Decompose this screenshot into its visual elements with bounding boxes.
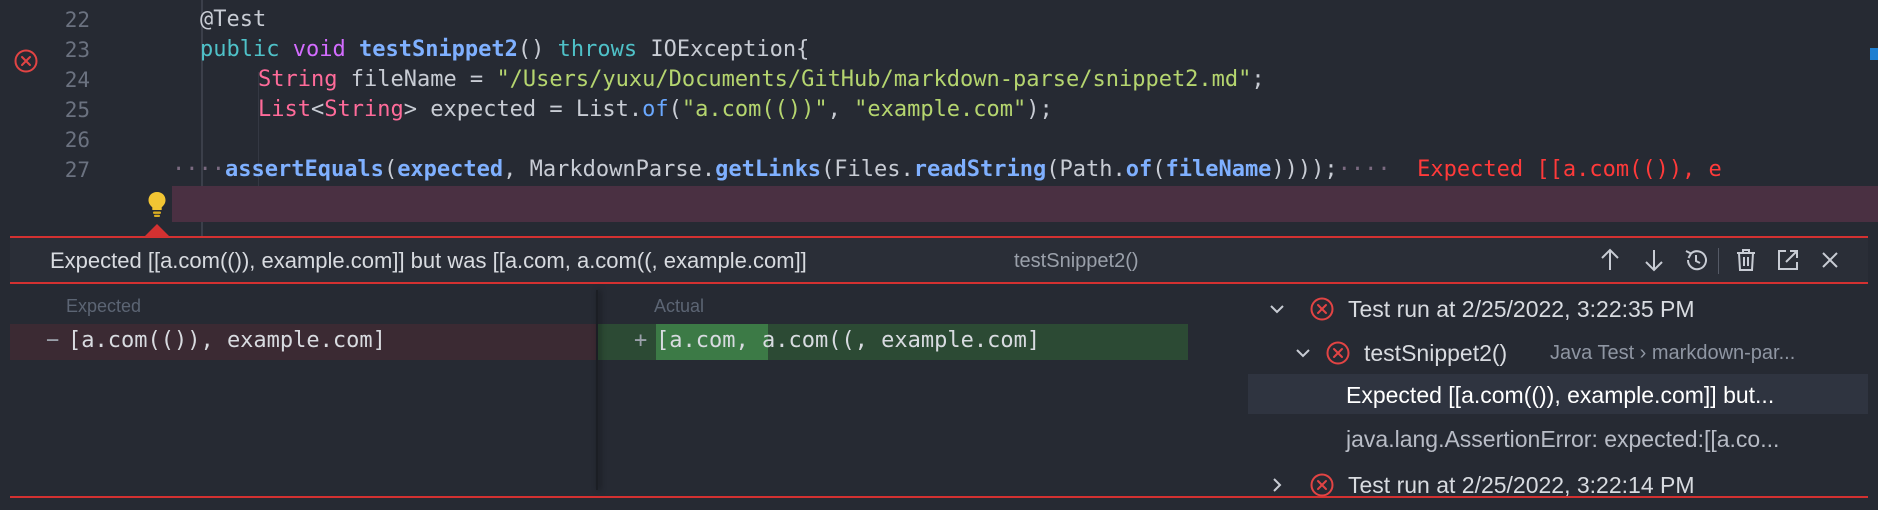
line-number: 26 xyxy=(64,128,90,152)
test-name[interactable]: testSnippet2() xyxy=(1014,250,1139,273)
chevron-down-icon[interactable] xyxy=(1268,300,1286,318)
code-editor[interactable]: 22 @Test 23 public void testSnippet2() t… xyxy=(0,0,1878,236)
error-line-highlight xyxy=(172,186,1878,222)
tree-item-stack-trace[interactable]: java.lang.AssertionError: expected:[[a.c… xyxy=(1248,418,1868,458)
lightbulb-icon[interactable] xyxy=(142,189,172,219)
actual-label: Actual xyxy=(654,296,705,316)
error-circle-icon xyxy=(1310,473,1334,497)
tree-item-test-run-1[interactable]: Test run at 2/25/2022, 3:22:35 PM xyxy=(1248,288,1868,328)
peek-header: Expected [[a.com(()), example.com]] but … xyxy=(10,238,1868,284)
removed-marker: − xyxy=(46,328,60,353)
chevron-down-icon[interactable] xyxy=(1294,344,1312,362)
tree-item-label: Expected [[a.com(()), example.com]] but.… xyxy=(1346,382,1775,408)
expected-declaration: List<String> expected = List.of("a.com((… xyxy=(258,97,1053,122)
diff-divider[interactable] xyxy=(596,290,598,490)
trash-icon[interactable] xyxy=(1732,246,1760,274)
arrow-up-icon[interactable] xyxy=(1596,246,1624,274)
failure-message: Expected [[a.com(()), example.com]] but … xyxy=(50,248,807,273)
tree-item-label: testSnippet2() xyxy=(1364,340,1508,366)
inline-error-message: Expected [[a.com(()), e xyxy=(1417,157,1722,182)
error-circle-icon xyxy=(1326,341,1350,365)
tree-item-test-run-2[interactable]: Test run at 2/25/2022, 3:22:14 PM xyxy=(1248,464,1868,504)
tree-item-failure-message[interactable]: Expected [[a.com(()), example.com]] but.… xyxy=(1248,374,1868,414)
arrow-down-icon[interactable] xyxy=(1640,246,1668,274)
line-number: 22 xyxy=(64,8,90,32)
code-line-27[interactable]: 27 ····assertEquals(expected, MarkdownPa… xyxy=(0,152,1878,188)
annotation-text: @Test xyxy=(200,7,267,32)
open-external-icon[interactable] xyxy=(1774,246,1802,274)
line-number: 24 xyxy=(64,68,90,92)
peek-pointer xyxy=(145,224,169,236)
tree-item-label: Test run at 2/25/2022, 3:22:35 PM xyxy=(1348,296,1695,322)
tree-item-label: java.lang.AssertionError: expected:[[a.c… xyxy=(1346,426,1780,452)
tree-item-test-method[interactable]: testSnippet2() Java Test › markdown-par.… xyxy=(1248,332,1868,372)
tree-item-label: Test run at 2/25/2022, 3:22:14 PM xyxy=(1348,472,1695,498)
tree-item-detail: Java Test › markdown-par... xyxy=(1550,342,1796,364)
actual-value: [a.com, a.com((, example.com] xyxy=(656,328,1041,353)
toolbar-separator xyxy=(1718,248,1719,274)
line-number: 25 xyxy=(64,98,90,122)
filename-declaration: String fileName = "/Users/yuxu/Documents… xyxy=(258,67,1265,92)
history-icon[interactable] xyxy=(1682,246,1710,274)
assert-statement: ····assertEquals(expected, MarkdownParse… xyxy=(172,157,1722,182)
close-icon[interactable] xyxy=(1816,246,1844,274)
line-number: 23 xyxy=(64,38,90,62)
chevron-right-icon[interactable] xyxy=(1268,476,1286,494)
error-circle-icon xyxy=(1310,297,1334,321)
method-declaration: public void testSnippet2() throws IOExce… xyxy=(200,37,810,62)
expected-label: Expected xyxy=(66,296,142,316)
added-marker: + xyxy=(634,328,648,353)
actual-diff-row[interactable]: + [a.com, a.com((, example.com] xyxy=(598,324,1188,360)
line-number: 27 xyxy=(64,158,90,182)
expected-diff-row[interactable]: − [a.com(()), example.com] xyxy=(10,324,596,360)
expected-value: [a.com(()), example.com] xyxy=(68,328,386,353)
